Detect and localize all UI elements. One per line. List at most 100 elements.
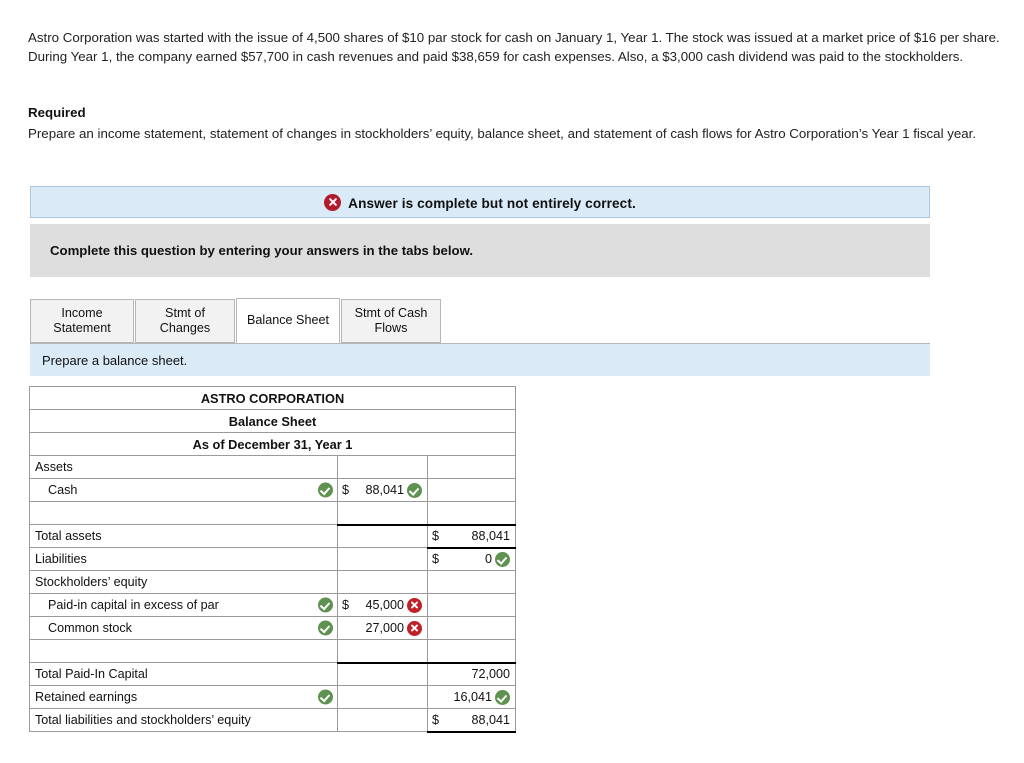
amount-cell-col2[interactable] bbox=[337, 708, 428, 732]
prepare-text: Prepare a balance sheet. bbox=[42, 352, 188, 368]
error-x-icon bbox=[324, 193, 342, 211]
row-label: Assets bbox=[35, 460, 73, 474]
row-label-cell[interactable]: Common stock bbox=[29, 616, 338, 640]
cell-value: 27,000 bbox=[365, 621, 404, 635]
tab-label: Income Statement bbox=[53, 306, 111, 335]
amount-cell-col2[interactable]: $88,041 bbox=[337, 478, 428, 502]
row-label: Total liabilities and stockholders’ equi… bbox=[35, 713, 251, 727]
amount-cell-col3[interactable]: $88,041 bbox=[426, 708, 517, 733]
table-row: Common stock 27,000 bbox=[29, 616, 517, 640]
amount-cell-col3[interactable]: $0 bbox=[426, 546, 517, 571]
amount-cell-col2[interactable] bbox=[337, 685, 428, 709]
tab-balance-sheet[interactable]: Balance Sheet bbox=[236, 298, 340, 343]
tab-income-statement[interactable]: Income Statement bbox=[30, 299, 134, 343]
table-row bbox=[29, 501, 517, 525]
balance-sheet-title-row: Balance Sheet bbox=[28, 409, 517, 433]
cell-value: 72,000 bbox=[471, 667, 511, 682]
cell-value: 88,041 bbox=[471, 529, 511, 543]
currency-symbol: $ bbox=[432, 712, 440, 727]
table-row: Total liabilities and stockholders’ equi… bbox=[29, 708, 517, 733]
answer-status-text: Answer is complete but not entirely corr… bbox=[324, 193, 636, 211]
table-row: Retained earnings 16,041 bbox=[29, 685, 517, 709]
balance-sheet-title: Balance Sheet bbox=[28, 409, 517, 433]
row-label: Stockholders’ equity bbox=[35, 575, 148, 589]
row-label: Total assets bbox=[35, 529, 102, 543]
row-label: Cash bbox=[48, 483, 78, 497]
amount-cell-col2[interactable]: 27,000 bbox=[337, 616, 428, 640]
currency-symbol: $ bbox=[432, 529, 440, 543]
row-label-cell[interactable]: Total assets bbox=[29, 524, 338, 548]
answer-status-label: Answer is complete but not entirely corr… bbox=[348, 195, 636, 211]
balance-sheet-table: ASTRO CORPORATION Balance Sheet As of Dece… bbox=[28, 386, 517, 733]
correct-check-icon bbox=[318, 482, 333, 498]
amount-cell-col3[interactable] bbox=[426, 478, 517, 502]
row-label: Paid-in capital in excess of par bbox=[48, 598, 219, 612]
amount-cell-col3[interactable] bbox=[426, 455, 517, 479]
amount-cell-col2[interactable]: $45,000 bbox=[337, 593, 428, 617]
incorrect-x-icon bbox=[407, 620, 422, 636]
prepare-banner: Prepare a balance sheet. bbox=[30, 344, 930, 376]
instruction-banner: Complete this question by entering your … bbox=[30, 224, 930, 277]
correct-check-icon bbox=[318, 597, 333, 613]
instruction-text: Complete this question by entering your … bbox=[50, 243, 474, 258]
cell-value: 88,041 bbox=[471, 712, 511, 727]
balance-sheet-title: ASTRO CORPORATION bbox=[28, 386, 517, 410]
amount-cell-col3[interactable] bbox=[426, 570, 517, 594]
row-label-cell[interactable]: Total Paid-In Capital bbox=[29, 662, 338, 686]
amount-cell-col3[interactable] bbox=[426, 593, 517, 617]
correct-check-icon bbox=[495, 551, 511, 567]
cell-value: 16,041 bbox=[453, 690, 493, 704]
amount-cell-col3[interactable]: 72,000 bbox=[426, 661, 517, 686]
correct-check-icon bbox=[407, 482, 422, 498]
row-label: Common stock bbox=[48, 621, 132, 635]
row-label-cell[interactable]: Total liabilities and stockholders’ equi… bbox=[29, 708, 338, 732]
table-row: Stockholders’ equity bbox=[29, 570, 517, 594]
required-text: Prepare an income statement, statement o… bbox=[28, 126, 977, 141]
currency-symbol: $ bbox=[342, 598, 350, 612]
row-label-cell[interactable]: Cash bbox=[29, 478, 338, 502]
amount-cell-col3[interactable]: $88,041 bbox=[426, 523, 517, 548]
table-row: Total Paid-In Capital 72,000 bbox=[29, 661, 517, 686]
table-row bbox=[29, 639, 517, 663]
amount-cell-col3[interactable] bbox=[426, 639, 517, 663]
cell-value: 0 bbox=[485, 552, 493, 567]
amount-cell-col2[interactable] bbox=[337, 501, 428, 525]
amount-cell-col2[interactable] bbox=[337, 523, 428, 548]
balance-sheet-title-row: ASTRO CORPORATION bbox=[28, 386, 517, 410]
balance-sheet-title-row: As of December 31, Year 1 bbox=[28, 432, 517, 456]
table-row: Liabilities $0 bbox=[29, 546, 517, 571]
amount-cell-col2[interactable] bbox=[337, 639, 428, 663]
row-label-cell[interactable] bbox=[29, 501, 338, 525]
tab-stmt-of-cash-flows[interactable]: Stmt of Cash Flows bbox=[341, 299, 441, 343]
row-label-cell[interactable] bbox=[29, 639, 338, 663]
amount-cell-col3[interactable] bbox=[426, 501, 517, 525]
table-row: Total assets $88,041 bbox=[29, 523, 517, 548]
required-heading: Required bbox=[28, 105, 86, 120]
row-label-cell[interactable]: Assets bbox=[29, 455, 338, 479]
correct-check-icon bbox=[318, 689, 333, 705]
amount-cell-col2[interactable] bbox=[337, 570, 428, 594]
correct-check-icon bbox=[495, 689, 511, 705]
amount-cell-col3[interactable] bbox=[426, 616, 517, 640]
row-label: Liabilities bbox=[35, 552, 87, 566]
table-row: Paid-in capital in excess of par $45,000 bbox=[29, 593, 517, 617]
amount-cell-col2[interactable] bbox=[337, 455, 428, 479]
problem-statement: Astro Corporation was started with the i… bbox=[28, 30, 1000, 64]
tab-strip: Income Statement Stmt of Changes Balance… bbox=[30, 292, 930, 344]
row-label-cell[interactable]: Liabilities bbox=[29, 547, 338, 571]
answer-status-banner: Answer is complete but not entirely corr… bbox=[30, 186, 930, 218]
row-label: Retained earnings bbox=[35, 690, 138, 704]
tab-label: Balance Sheet bbox=[247, 313, 329, 327]
row-label-cell[interactable]: Paid-in capital in excess of par bbox=[29, 593, 338, 617]
row-label: Total Paid-In Capital bbox=[35, 667, 148, 681]
cell-value: 88,041 bbox=[365, 483, 404, 497]
row-label-cell[interactable]: Retained earnings bbox=[29, 685, 338, 709]
cell-value: 45,000 bbox=[365, 598, 404, 612]
amount-cell-col3[interactable]: 16,041 bbox=[426, 685, 517, 709]
tab-stmt-of-changes[interactable]: Stmt of Changes bbox=[135, 299, 235, 343]
incorrect-x-icon bbox=[407, 597, 422, 613]
row-label-cell[interactable]: Stockholders’ equity bbox=[29, 570, 338, 594]
amount-cell-col2[interactable] bbox=[337, 661, 428, 686]
amount-cell-col2[interactable] bbox=[337, 547, 428, 571]
currency-symbol: $ bbox=[432, 552, 440, 567]
